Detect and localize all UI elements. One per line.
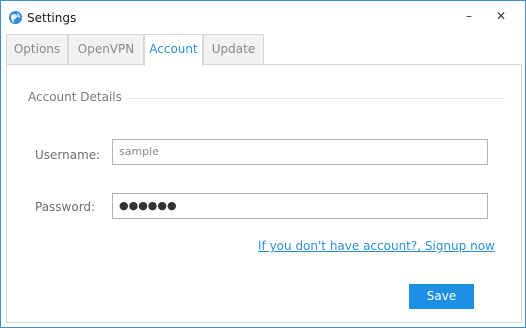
minimize-button[interactable]: – (459, 5, 479, 27)
signup-link[interactable]: If you don't have account?, Signup now (258, 239, 495, 253)
password-field[interactable]: ●●●●●● (112, 193, 488, 219)
account-details-heading: Account Details (28, 90, 122, 104)
window-title: Settings (27, 11, 77, 25)
tab-openvpn[interactable]: OpenVPN (68, 34, 144, 65)
globe-icon (8, 10, 23, 25)
password-label: Password: (35, 200, 96, 214)
account-panel: Account Details Username: sample Passwor… (6, 64, 522, 323)
save-button[interactable]: Save (409, 284, 474, 309)
title-bar[interactable]: Settings – ✕ (1, 1, 525, 35)
settings-tabs: Options OpenVPN Account Update (6, 34, 522, 66)
tab-account[interactable]: Account (144, 34, 203, 66)
close-button[interactable]: ✕ (491, 5, 511, 27)
username-label: Username: (35, 148, 101, 162)
username-field[interactable]: sample (112, 139, 488, 165)
tab-options[interactable]: Options (6, 34, 68, 65)
group-divider (125, 98, 505, 99)
settings-window: Settings – ✕ Options OpenVPN Account Upd… (0, 0, 526, 328)
tab-update[interactable]: Update (203, 34, 264, 65)
